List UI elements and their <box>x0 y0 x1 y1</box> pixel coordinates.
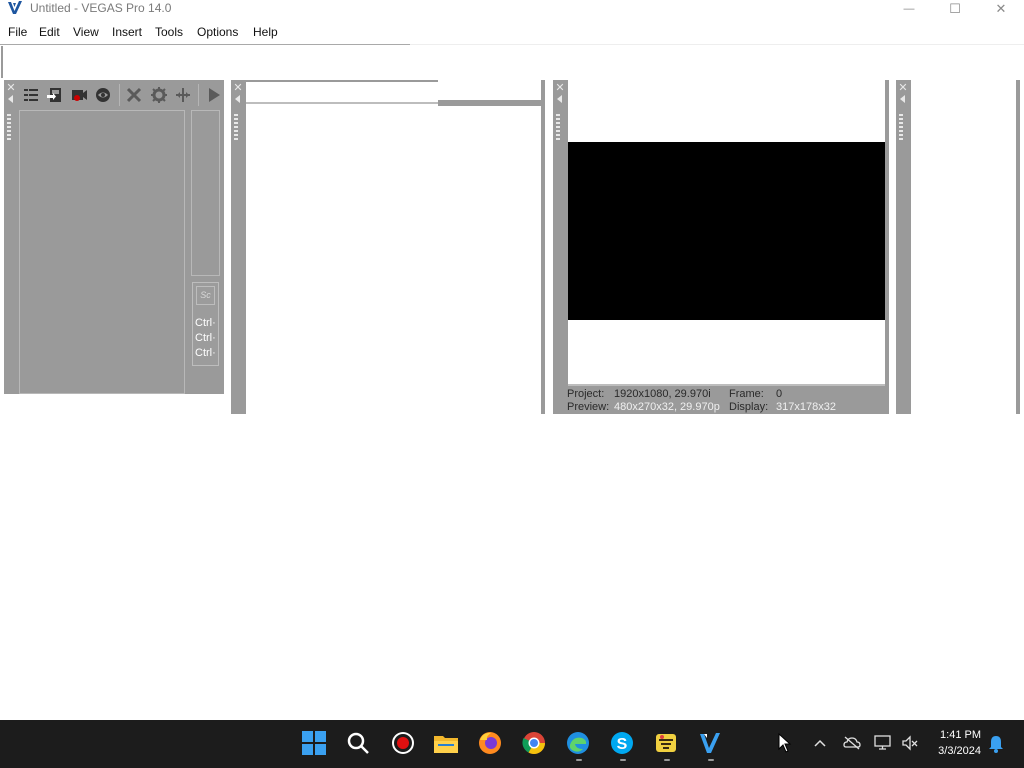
window-title: Untitled - VEGAS Pro 14.0 <box>30 1 172 15</box>
chevron-up-icon[interactable] <box>813 737 827 749</box>
menu-tools[interactable]: Tools <box>155 25 183 39</box>
panel-collapse-icon[interactable] <box>8 95 13 103</box>
frame-value: 0 <box>776 388 783 400</box>
notification-bell-icon[interactable] <box>988 735 1004 753</box>
search-icon[interactable] <box>345 730 371 756</box>
volume-muted-icon[interactable] <box>901 735 919 751</box>
skype-icon[interactable]: S <box>609 730 635 756</box>
shortcut-text: Ctrl· <box>195 317 216 329</box>
svg-text:S: S <box>617 736 628 753</box>
running-indicator <box>664 759 670 761</box>
preview-right-border <box>885 80 889 414</box>
display-value: 317x178x32 <box>776 401 836 413</box>
project-label: Project: <box>567 388 605 400</box>
vegas-app-icon <box>7 0 23 16</box>
shortcut-icon: Sc <box>196 286 215 305</box>
onedrive-offline-icon[interactable] <box>843 735 861 751</box>
minimize-button[interactable]: — <box>886 0 932 18</box>
display-label: Display: <box>729 401 769 413</box>
panel-close-icon[interactable]: ✕ <box>233 83 243 94</box>
toolbar-separator <box>119 84 120 106</box>
mouse-cursor-icon <box>778 733 792 753</box>
trimmer-top-border <box>246 80 438 82</box>
trimmer-area[interactable] <box>246 106 541 414</box>
menu-view[interactable]: View <box>73 25 99 39</box>
play-icon[interactable] <box>205 86 223 104</box>
menu-options[interactable]: Options <box>197 25 238 39</box>
menu-edit[interactable]: Edit <box>39 25 60 39</box>
properties-icon[interactable] <box>150 86 168 104</box>
media-list-area[interactable] <box>19 110 185 394</box>
minimize-icon: — <box>903 3 915 15</box>
get-media-icon[interactable] <box>94 86 112 104</box>
title-bar: Untitled - VEGAS Pro 14.0 — ☐ ✕ <box>0 0 1024 21</box>
panel-collapse-icon[interactable] <box>557 95 562 103</box>
menu-bar: File Edit View Insert Tools Options Help <box>0 22 1024 42</box>
record-icon[interactable] <box>390 730 416 756</box>
thumbnail-view-icon[interactable] <box>22 86 40 104</box>
window-scroll-edge[interactable] <box>1016 80 1020 414</box>
menu-file[interactable]: File <box>8 25 27 39</box>
menu-insert[interactable]: Insert <box>112 25 142 39</box>
panel-close-icon[interactable]: ✕ <box>898 83 908 94</box>
panel-collapse-icon[interactable] <box>235 95 240 103</box>
toolbar-edge <box>1 46 3 78</box>
trimmer-divider <box>246 102 438 104</box>
maximize-button[interactable]: ☐ <box>932 0 978 18</box>
trimmer-right-border <box>541 80 545 414</box>
video-preview-screen[interactable] <box>568 142 885 320</box>
game-icon[interactable] <box>653 730 679 756</box>
running-indicator <box>708 759 714 761</box>
frame-label: Frame: <box>729 388 764 400</box>
chrome-icon[interactable] <box>521 730 547 756</box>
panel-grip-icon[interactable] <box>234 114 238 140</box>
vegas-icon[interactable] <box>697 730 723 756</box>
network-icon[interactable] <box>874 735 892 751</box>
toolbar-separator <box>198 84 199 106</box>
firefox-icon[interactable] <box>477 730 503 756</box>
toolbar-divider <box>0 44 410 45</box>
shortcut-text: Ctrl· <box>195 347 216 359</box>
menu-help[interactable]: Help <box>253 25 278 39</box>
capture-icon[interactable] <box>70 86 88 104</box>
project-value: 1920x1080, 29.970i <box>614 388 711 400</box>
running-indicator <box>620 759 626 761</box>
panel-grip-icon[interactable] <box>7 114 11 140</box>
split-icon[interactable] <box>174 86 192 104</box>
panel-close-icon[interactable]: ✕ <box>555 83 565 94</box>
close-icon: ✕ <box>995 1 1007 16</box>
panel-close-icon[interactable]: ✕ <box>6 83 16 94</box>
panel-grip-icon[interactable] <box>556 114 560 140</box>
toolbar-divider-right <box>410 44 1024 45</box>
shortcut-text: Ctrl· <box>195 332 216 344</box>
panel-grip-icon[interactable] <box>899 114 903 140</box>
remove-icon[interactable] <box>125 86 143 104</box>
clock-date[interactable]: 3/3/2024 <box>926 745 981 757</box>
panel-collapse-icon[interactable] <box>900 95 905 103</box>
maximize-icon: ☐ <box>949 1 961 16</box>
preview-value: 480x270x32, 29.970p <box>614 401 720 413</box>
file-explorer-icon[interactable] <box>433 730 459 756</box>
start-icon[interactable] <box>301 730 327 756</box>
edge-icon[interactable] <box>565 730 591 756</box>
media-side-strip[interactable] <box>191 110 220 276</box>
import-media-icon[interactable] <box>46 86 64 104</box>
running-indicator <box>576 759 582 761</box>
close-button[interactable]: ✕ <box>978 0 1024 18</box>
clock-time[interactable]: 1:41 PM <box>926 729 981 741</box>
preview-label: Preview: <box>567 401 610 413</box>
taskbar <box>0 720 1024 768</box>
